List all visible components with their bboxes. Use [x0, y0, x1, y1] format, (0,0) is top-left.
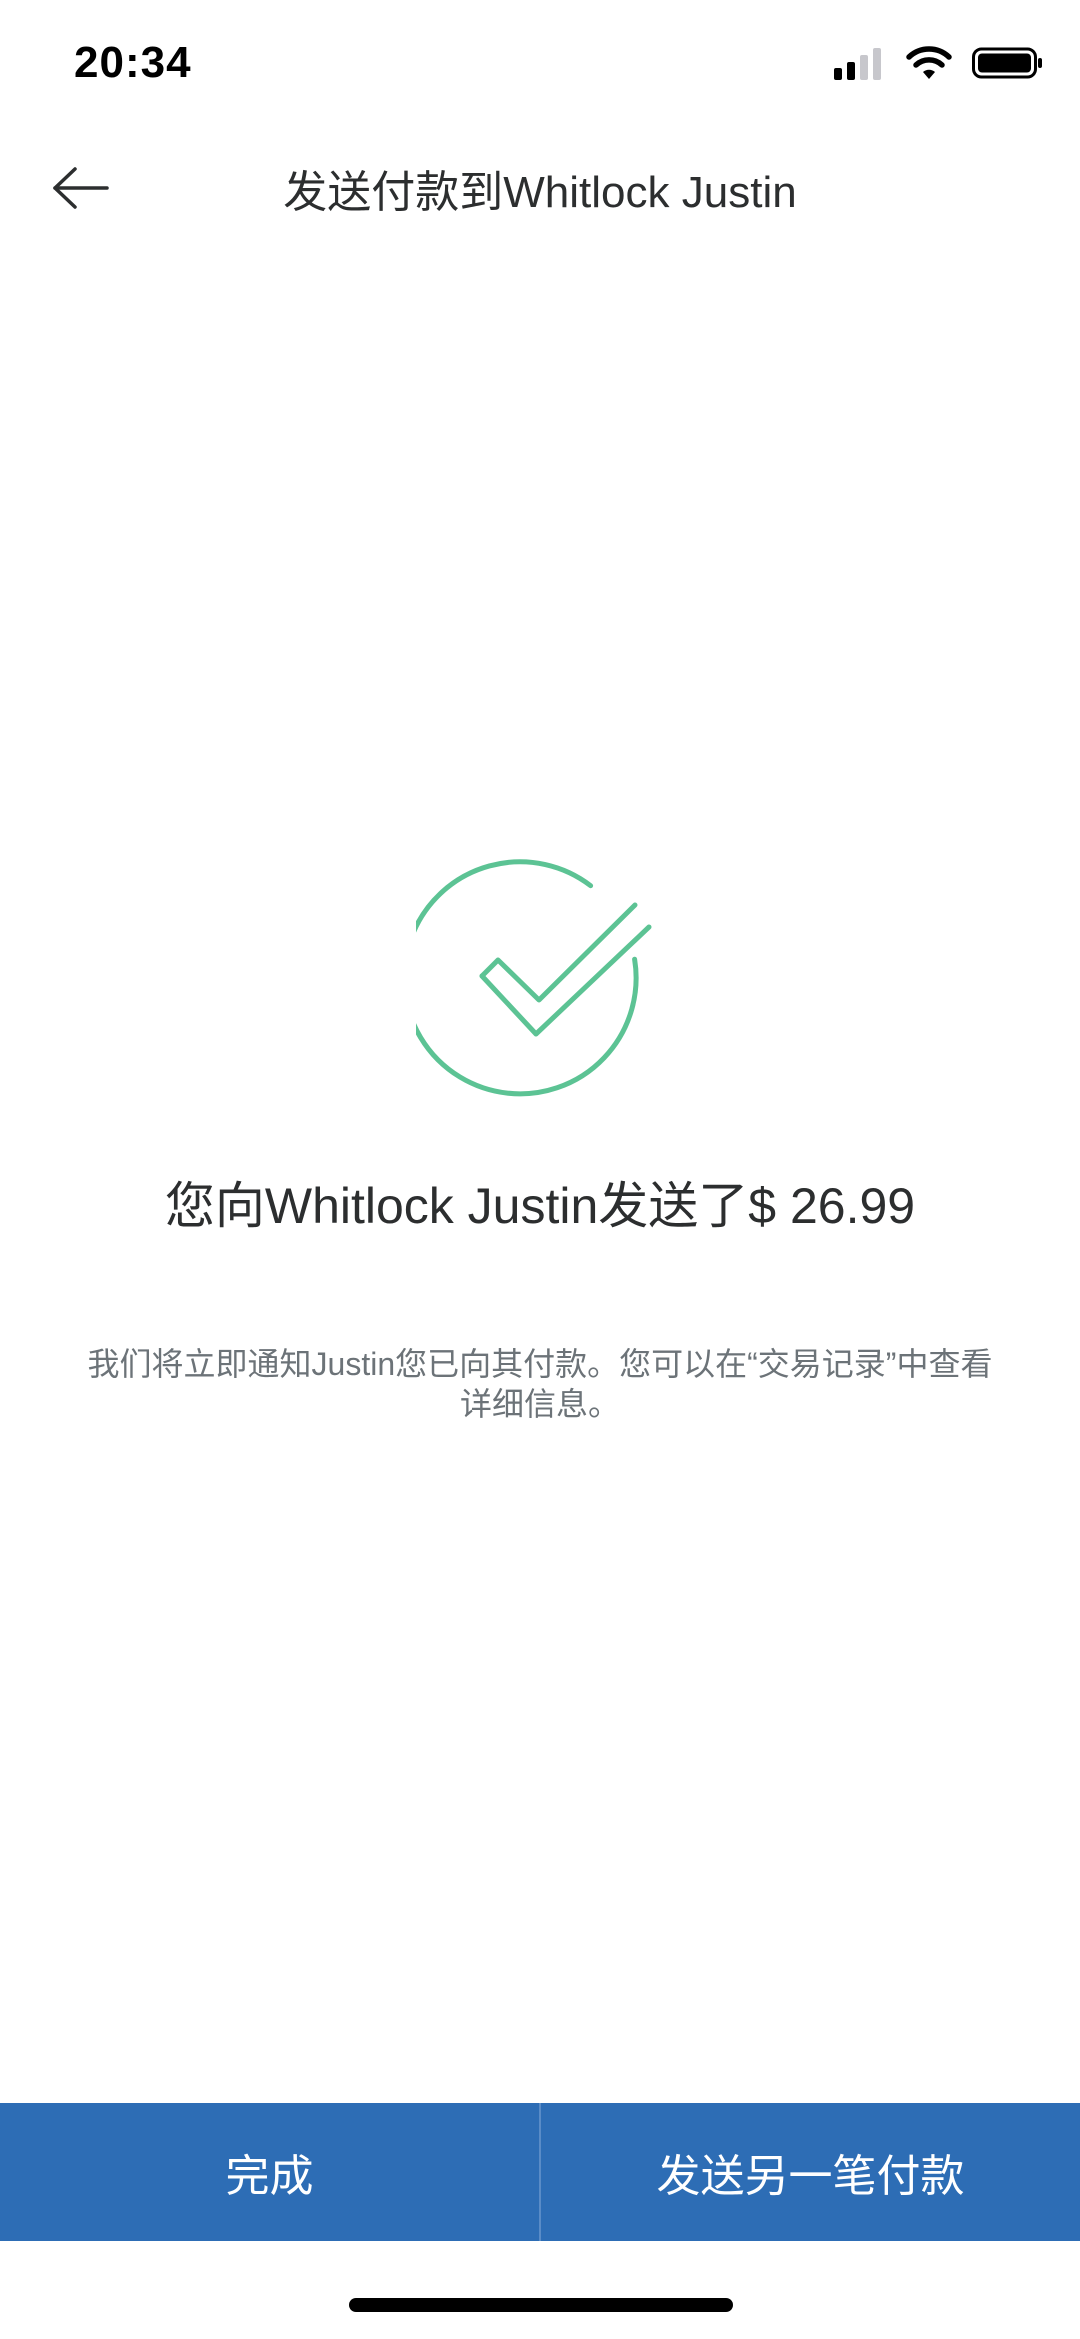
status-icons — [834, 46, 1044, 84]
success-description-line-2: 详细信息。 — [459, 1386, 620, 1422]
action-bar: 完成 发送另一笔付款 — [0, 2103, 1080, 2241]
header: 发送付款到Whitlock Justin — [0, 150, 1080, 230]
checkmark-circle-icon — [401, 852, 666, 1102]
payment-success-screen: 20:34 发送付款到Whitlock Justin 您向Whitlock Ju… — [0, 0, 1080, 2339]
battery-icon — [972, 46, 1044, 84]
page-title: 发送付款到Whitlock Justin — [283, 168, 797, 217]
back-arrow-icon — [51, 166, 109, 214]
success-message: 您向Whitlock Justin发送了$ 26.99 — [164, 1178, 916, 1234]
success-description-line-1: 我们将立即通知Justin您已向其付款。您可以在“交易记录”中查看 — [87, 1346, 993, 1382]
send-another-payment-button[interactable]: 发送另一笔付款 — [541, 2103, 1080, 2241]
status-bar: 20:34 — [0, 0, 1080, 130]
done-button[interactable]: 完成 — [0, 2103, 539, 2241]
status-time: 20:34 — [74, 38, 192, 87]
success-description: 我们将立即通知Justin您已向其付款。您可以在“交易记录”中查看 详细信息。 — [80, 1344, 1000, 1424]
home-indicator[interactable] — [349, 2298, 733, 2312]
signal-icon — [834, 46, 886, 84]
back-button[interactable] — [40, 150, 120, 230]
wifi-icon — [906, 46, 952, 84]
